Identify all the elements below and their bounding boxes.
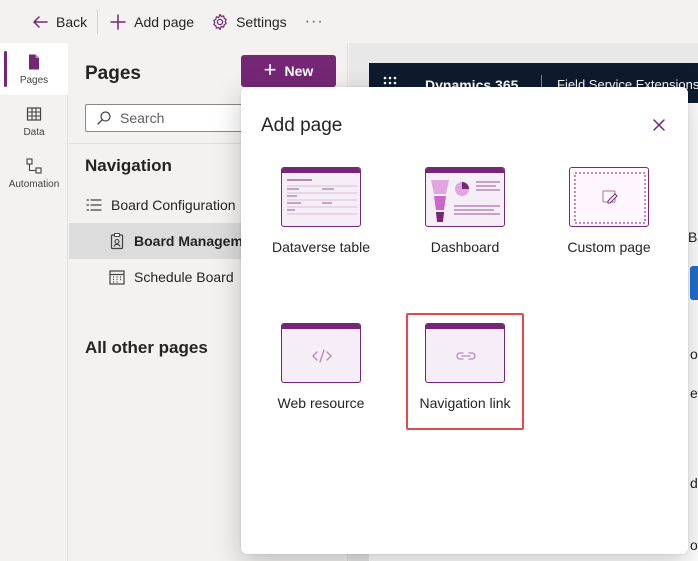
search-placeholder: Search — [120, 110, 165, 126]
rail-item-automation[interactable]: Automation — [0, 147, 68, 199]
option-label: Navigation link — [419, 395, 511, 411]
option-label: Custom page — [567, 239, 651, 255]
option-navigation-link[interactable]: Navigation link — [400, 323, 530, 443]
gear-icon — [210, 12, 230, 32]
rail-item-data[interactable]: Data — [0, 95, 68, 147]
code-icon — [281, 323, 361, 383]
app-button-peek — [690, 266, 698, 300]
option-label: Web resource — [277, 395, 365, 411]
nav-item-label: Board Configuration — [111, 197, 236, 213]
dashboard-icon — [425, 167, 505, 227]
option-label: Dashboard — [430, 239, 500, 255]
option-label: Dataverse table — [271, 239, 371, 255]
page-icon — [25, 53, 43, 71]
option-dataverse-table[interactable]: Dataverse table — [256, 167, 386, 287]
nav-item-label: Schedule Board — [134, 269, 234, 285]
peek-text: Bo — [688, 229, 698, 245]
custom-page-icon — [569, 167, 649, 227]
back-label: Back — [56, 13, 88, 30]
plus-icon — [108, 12, 128, 32]
search-input[interactable]: Search — [85, 104, 245, 132]
arrow-left-icon — [30, 12, 50, 32]
close-button[interactable] — [651, 117, 669, 135]
new-button[interactable]: + New — [241, 55, 336, 87]
table-icon — [25, 105, 43, 123]
command-bar: Back Add page Settings ··· — [0, 0, 698, 43]
close-icon — [651, 119, 667, 136]
all-other-pages-heading: All other pages — [85, 338, 208, 357]
add-page-label: Add page — [134, 13, 195, 30]
table-form-icon — [281, 167, 361, 227]
calendar-icon — [108, 268, 126, 286]
nav-item-label: Board Managem — [134, 233, 243, 249]
rail-item-label: Pages — [19, 74, 49, 86]
search-icon — [96, 110, 112, 126]
peek-text: o — [690, 346, 698, 362]
new-label: New — [284, 63, 314, 79]
dialog-title: Add page — [261, 115, 343, 136]
option-web-resource[interactable]: Web resource — [256, 323, 386, 443]
command-divider — [97, 9, 99, 34]
settings-label: Settings — [236, 13, 287, 30]
settings-button[interactable]: Settings — [202, 0, 295, 43]
clipboard-icon — [108, 232, 126, 250]
list-icon — [85, 196, 103, 214]
rail-item-pages[interactable]: Pages — [0, 43, 68, 95]
peek-text: d — [690, 475, 698, 491]
plus-icon: + — [263, 57, 277, 82]
rail-item-label: Automation — [8, 178, 60, 190]
back-button[interactable]: Back — [22, 0, 95, 43]
option-custom-page[interactable]: Custom page — [544, 167, 674, 287]
add-page-dialog: Add page Dataverse table Dashboard Custo… — [241, 87, 688, 554]
option-dashboard[interactable]: Dashboard — [400, 167, 530, 287]
more-options-button[interactable]: ··· — [295, 0, 334, 43]
rail-item-label: Data — [23, 126, 45, 138]
left-rail: Pages Data Automation — [0, 43, 68, 561]
peek-text: e — [690, 385, 698, 401]
panel-title: Pages — [85, 63, 141, 84]
navigation-heading: Navigation — [85, 156, 172, 175]
flow-icon — [25, 157, 43, 175]
peek-text: o — [690, 537, 698, 553]
link-icon — [425, 323, 505, 383]
add-page-button[interactable]: Add page — [100, 0, 202, 43]
